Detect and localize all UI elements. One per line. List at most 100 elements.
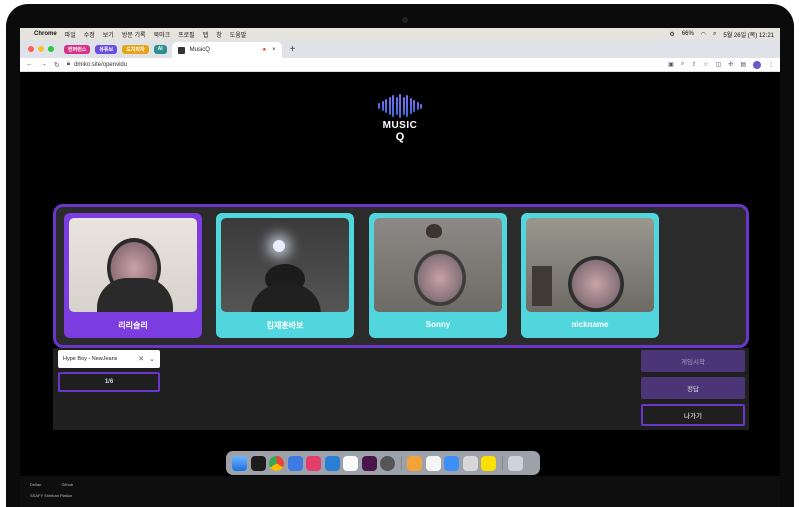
sidepanel-icon[interactable]: ▤ bbox=[740, 61, 746, 68]
logo-text-music: MUSIC bbox=[382, 120, 418, 131]
bookmark-star-icon[interactable]: ☆ bbox=[703, 61, 708, 68]
participant-video bbox=[69, 218, 197, 312]
participant-name: 킴재훈바보 bbox=[266, 321, 304, 330]
menu-profiles[interactable]: 프로필 bbox=[178, 30, 195, 39]
musicq-page: MUSIC Q 리리슬리 킴재훈바보 Sonny nickname Hype B… bbox=[20, 72, 780, 476]
participants-panel: 리리슬리 킴재훈바보 Sonny nickname bbox=[53, 204, 749, 348]
zoom-icon[interactable]: ⌕ bbox=[681, 61, 684, 68]
back-icon[interactable]: ← bbox=[26, 61, 33, 68]
camera-icon[interactable]: ▣ bbox=[668, 61, 674, 68]
exit-button[interactable]: 나가기 bbox=[641, 404, 745, 426]
screen: Chrome 파일 수정 보기 방문 기록 북마크 프로필 탭 창 도움말 ⚙ … bbox=[20, 28, 780, 507]
start-game-button[interactable]: 게임시작 bbox=[641, 350, 745, 372]
participant-video bbox=[526, 218, 654, 312]
lock-icon: 🔒︎ bbox=[66, 61, 71, 67]
logo-text-q: Q bbox=[395, 131, 405, 143]
trash-icon[interactable] bbox=[508, 455, 523, 471]
terminal-icon[interactable] bbox=[250, 455, 266, 471]
tab-title: MusicQ bbox=[189, 47, 210, 53]
participant-card: 킴재훈바보 bbox=[216, 213, 354, 338]
battery-level[interactable]: 66% bbox=[682, 31, 694, 37]
webcam bbox=[402, 17, 408, 23]
kakaotalk-icon[interactable] bbox=[481, 455, 496, 471]
browser-toolbar: ← → ↻ 🔒︎ dmiko.site/openvidu ▣ ⌕ ⇪ ☆ ◫ ✣… bbox=[20, 58, 780, 72]
footer-line2: SSAFY Shinhan Plation bbox=[30, 493, 73, 498]
tab-musicq[interactable]: MusicQ ● × bbox=[171, 42, 282, 58]
forward-icon[interactable]: → bbox=[40, 61, 47, 68]
puzzle-icon[interactable]: ✣ bbox=[728, 61, 733, 68]
mac-dock bbox=[226, 451, 540, 475]
menubar-app-name[interactable]: Chrome bbox=[34, 31, 57, 37]
address-bar[interactable]: dmiko.site/openvidu bbox=[74, 62, 127, 68]
mac-menubar: Chrome 파일 수정 보기 방문 기록 북마크 프로필 탭 창 도움말 ⚙ … bbox=[20, 28, 780, 40]
dock-separator bbox=[400, 456, 402, 470]
menubar-status-area: ⚙ 66% ◠ ⌕ 5월 26일 (목) 12:21 bbox=[669, 30, 774, 39]
tab-group-ai[interactable]: AI bbox=[153, 44, 167, 54]
laptop-frame: Chrome 파일 수정 보기 방문 기록 북마크 프로필 탭 창 도움말 ⚙ … bbox=[0, 0, 800, 507]
footer-col2[interactable]: Github bbox=[61, 482, 73, 487]
intellij-icon[interactable] bbox=[306, 455, 321, 471]
app-icon[interactable] bbox=[462, 455, 478, 471]
participant-name: nickname bbox=[571, 320, 609, 329]
vscode-icon[interactable] bbox=[324, 455, 340, 471]
soundwave-icon bbox=[370, 94, 430, 118]
dock-separator bbox=[501, 456, 503, 470]
menu-window[interactable]: 창 bbox=[216, 30, 222, 39]
window-controls bbox=[28, 46, 54, 52]
song-count: 1/6 bbox=[58, 372, 160, 392]
notion-icon[interactable] bbox=[343, 455, 358, 471]
clear-icon[interactable]: ✕ bbox=[138, 355, 144, 363]
menubar-clock[interactable]: 5월 26일 (목) 12:21 bbox=[723, 30, 774, 39]
close-window-button[interactable] bbox=[28, 46, 34, 52]
chevron-down-icon[interactable]: ⌄ bbox=[149, 355, 155, 363]
menu-view[interactable]: 보기 bbox=[103, 30, 114, 39]
wifi-icon[interactable]: ◠ bbox=[701, 31, 706, 38]
pencil-icon[interactable] bbox=[407, 455, 422, 471]
tab-group-youtube[interactable]: 유튜브 bbox=[95, 44, 118, 54]
more-menu-icon[interactable]: ⋮ bbox=[768, 61, 774, 68]
song-select-value: Hype Boy - NewJeans bbox=[63, 356, 118, 362]
footer-col1: Delian bbox=[30, 482, 42, 487]
profile-avatar[interactable] bbox=[753, 60, 761, 69]
settings-icon[interactable]: ⚙ bbox=[669, 31, 674, 38]
menu-help[interactable]: 도움말 bbox=[230, 30, 247, 39]
menu-tab[interactable]: 탭 bbox=[203, 30, 209, 39]
app-icon[interactable] bbox=[380, 455, 395, 471]
toolbar-actions: ▣ ⌕ ⇪ ☆ ◫ ✣ ▤ ⋮ bbox=[668, 60, 774, 69]
close-tab-icon[interactable]: × bbox=[272, 47, 276, 53]
app-icon[interactable] bbox=[287, 455, 303, 471]
slack-icon[interactable] bbox=[361, 455, 377, 471]
appstore-icon[interactable] bbox=[444, 455, 459, 471]
participant-name: 리리슬리 bbox=[118, 321, 148, 330]
tab-favicon-icon bbox=[177, 46, 185, 54]
new-tab-icon[interactable]: + bbox=[290, 44, 296, 55]
participant-card: nickname bbox=[521, 213, 659, 338]
recording-icon: ● bbox=[262, 47, 267, 53]
search-icon[interactable]: ⌕ bbox=[713, 31, 716, 38]
musicq-logo: MUSIC Q bbox=[370, 94, 430, 143]
answer-button[interactable]: 정답 bbox=[641, 377, 745, 399]
browser-tab-strip: 컨퍼런스 유튜브 도지피자 AI MusicQ ● × + bbox=[20, 40, 780, 58]
reload-icon[interactable]: ↻ bbox=[54, 61, 60, 69]
participant-video bbox=[221, 218, 349, 312]
minimize-window-button[interactable] bbox=[38, 46, 44, 52]
game-controls: Hype Boy - NewJeans ✕ ⌄ 1/6 게임시작 정답 나가기 bbox=[53, 348, 749, 430]
finder-icon[interactable] bbox=[232, 455, 247, 471]
menu-bookmarks[interactable]: 북마크 bbox=[154, 30, 171, 39]
participant-video bbox=[374, 218, 502, 312]
participant-card: Sonny bbox=[369, 213, 507, 338]
menu-edit[interactable]: 수정 bbox=[84, 30, 95, 39]
chrome-icon[interactable] bbox=[269, 455, 284, 471]
participant-card: 리리슬리 bbox=[64, 213, 202, 338]
song-select[interactable]: Hype Boy - NewJeans ✕ ⌄ bbox=[58, 350, 160, 368]
menu-file[interactable]: 파일 bbox=[65, 30, 76, 39]
menu-history[interactable]: 방문 기록 bbox=[122, 30, 146, 39]
tab-group-pizza[interactable]: 도지피자 bbox=[122, 44, 149, 54]
page-footer: Delian Github SSAFY Shinhan Plation bbox=[20, 476, 780, 507]
participant-name: Sonny bbox=[425, 320, 451, 329]
share-icon[interactable]: ⇪ bbox=[691, 61, 696, 68]
notes-icon[interactable] bbox=[425, 455, 441, 471]
tab-group-conference[interactable]: 컨퍼런스 bbox=[64, 44, 91, 54]
maximize-window-button[interactable] bbox=[48, 46, 54, 52]
extension-icon[interactable]: ◫ bbox=[716, 61, 722, 68]
